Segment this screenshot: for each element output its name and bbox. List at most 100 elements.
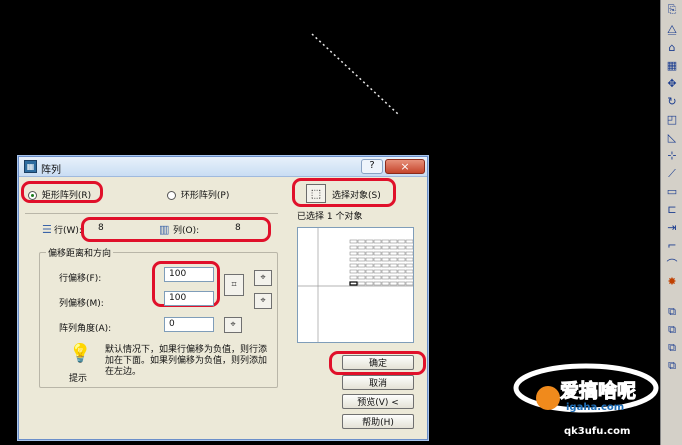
- preview-array-cell: [357, 245, 366, 250]
- preview-array-cell: [365, 263, 374, 268]
- rows-icon: ☰: [42, 223, 52, 236]
- select-objects-icon: ⬚: [310, 187, 322, 200]
- preview-array-cell: [365, 269, 374, 274]
- move-icon[interactable]: ✥: [664, 76, 680, 91]
- rows-input[interactable]: 8: [93, 221, 148, 236]
- preview-array-cell: [365, 245, 374, 250]
- trim-icon[interactable]: ⊹: [664, 148, 680, 163]
- watermark-line2: igaha.com: [566, 402, 625, 413]
- preview-array-cell: [389, 245, 398, 250]
- preview-array-cell: [373, 239, 382, 244]
- draworder-above-icon[interactable]: ⧉: [664, 358, 680, 373]
- rotate-icon[interactable]: ↻: [664, 94, 680, 109]
- preview-array-cell: [397, 251, 406, 256]
- tip-title: 提示: [69, 374, 88, 384]
- draworder-front-icon[interactable]: ⧉: [664, 322, 680, 337]
- watermark-line3: qk3ufu.com: [564, 426, 631, 437]
- preview-button[interactable]: 预览(V) <: [342, 394, 414, 409]
- help-title-button[interactable]: ?: [361, 159, 383, 174]
- preview-array-cell: [357, 239, 366, 244]
- preview-array-cell: [397, 281, 406, 286]
- preview-array-cell: [349, 251, 358, 256]
- stretch-icon[interactable]: ◺: [664, 130, 680, 145]
- preview-array-cell: [373, 269, 382, 274]
- polar-array-radio[interactable]: 环形阵列(P): [167, 188, 229, 201]
- draworder-back-icon[interactable]: ⧉: [664, 340, 680, 355]
- rect-array-radio[interactable]: 矩形阵列(R): [28, 188, 91, 201]
- break-at-point-icon[interactable]: ▭: [664, 184, 680, 199]
- array-preview: [298, 228, 414, 342]
- preview-array-cell: [405, 275, 414, 280]
- preview-array-cell: [405, 251, 414, 256]
- mirror-icon[interactable]: ⧋: [664, 22, 680, 37]
- chamfer-icon[interactable]: ⌐: [664, 238, 680, 253]
- preview-array-cell: [389, 239, 398, 244]
- preview-array-cell: [349, 257, 358, 262]
- preview-array-cell: [389, 251, 398, 256]
- pick-col-offset-button[interactable]: ⌖: [254, 293, 272, 309]
- cols-input[interactable]: 8: [230, 221, 270, 236]
- scale-icon[interactable]: ◰: [664, 112, 680, 127]
- pick-both-icon: ⌗: [231, 280, 237, 290]
- preview-array-cell: [373, 275, 382, 280]
- preview-array-cell: [381, 263, 390, 268]
- preview-array-cell: [405, 239, 414, 244]
- preview-array-cell: [349, 245, 358, 250]
- preview-array-cell: [389, 281, 398, 286]
- join-icon[interactable]: ⇥: [664, 220, 680, 235]
- preview-array-cell: [373, 263, 382, 268]
- rect-array-label: 矩形阵列(R): [41, 191, 92, 201]
- selected-count-text: 已选择 1 个对象: [297, 212, 363, 222]
- watermark-dot: [536, 386, 560, 410]
- pick-row-offset-button[interactable]: ⌖: [254, 270, 272, 286]
- cancel-button[interactable]: 取消: [342, 375, 414, 390]
- preview-array-cell: [349, 281, 358, 286]
- explode-icon[interactable]: ✸: [664, 274, 680, 289]
- radio-polar-indicator: [167, 191, 176, 200]
- preview-array-cell: [349, 275, 358, 280]
- preview-array-cell: [357, 251, 366, 256]
- break-icon[interactable]: ⊏: [664, 202, 680, 217]
- cols-label: 列(O):: [173, 226, 200, 236]
- preview-array-cell: [397, 257, 406, 262]
- modify-toolbar: ⎘ ⧋ ⌂ ▦ ✥ ↻ ◰ ◺ ⊹ ⟋ ▭ ⊏ ⇥ ⌐ ⌒ ✸ ⧉ ⧉ ⧉ ⧉: [660, 0, 682, 445]
- preview-array-cell: [381, 239, 390, 244]
- preview-array-cell: [381, 245, 390, 250]
- preview-array-cell: [373, 257, 382, 262]
- extend-icon[interactable]: ⟋: [664, 166, 680, 181]
- copy-icon[interactable]: ⎘: [664, 2, 680, 17]
- col-offset-label: 列偏移(M):: [59, 299, 104, 309]
- dialog-title: 阵列: [41, 165, 61, 176]
- draworder-icon[interactable]: ⧉: [664, 304, 680, 319]
- preview-array-cell: [349, 239, 358, 244]
- angle-label: 阵列角度(A):: [59, 324, 112, 334]
- offset-icon[interactable]: ⌂: [664, 40, 680, 55]
- preview-array-cell: [389, 275, 398, 280]
- preview-array-cell: [397, 269, 406, 274]
- help-button[interactable]: 帮助(H): [342, 414, 414, 429]
- col-offset-input[interactable]: 100: [164, 291, 214, 306]
- array-icon[interactable]: ▦: [664, 58, 680, 73]
- preview-array-cell: [381, 257, 390, 262]
- row-offset-input[interactable]: 100: [164, 267, 214, 282]
- pick-angle-button[interactable]: ⌖: [224, 317, 242, 333]
- select-objects-button[interactable]: ⬚: [306, 184, 326, 203]
- radio-rect-indicator: [28, 191, 37, 200]
- preview-array-cell: [357, 281, 366, 286]
- preview-array-cell: [389, 269, 398, 274]
- preview-array-cell: [365, 251, 374, 256]
- close-button[interactable]: ×: [385, 159, 425, 174]
- dashed-line: [311, 33, 399, 115]
- preview-array-cell: [397, 245, 406, 250]
- dialog-titlebar[interactable]: ▦ 阵列 ? ×: [19, 157, 427, 177]
- preview-array-cell: [357, 263, 366, 268]
- ok-button[interactable]: 确定: [342, 355, 414, 370]
- angle-input[interactable]: 0: [164, 317, 214, 332]
- cols-icon: ▥: [159, 223, 170, 236]
- pick-both-offsets-button[interactable]: ⌗: [224, 274, 244, 296]
- preview-array-cell: [365, 257, 374, 262]
- row-offset-label: 行偏移(F):: [59, 274, 102, 284]
- app-icon: ▦: [24, 160, 37, 173]
- fillet-icon[interactable]: ⌒: [664, 256, 680, 271]
- preview-array-cell: [365, 275, 374, 280]
